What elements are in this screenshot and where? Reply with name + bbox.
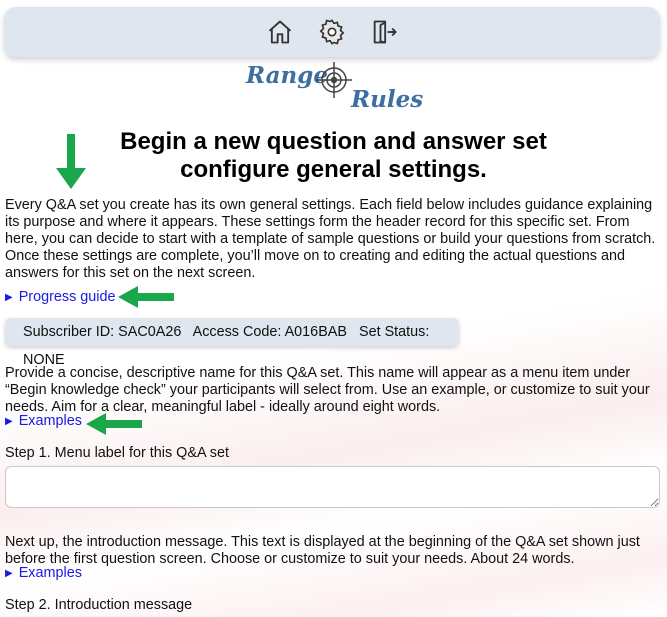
access-code: Access Code: A016BAB: [192, 324, 347, 340]
step2-label: Step 2. Introduction message: [5, 597, 193, 613]
status-bar: Subscriber ID: SAC0A26 Access Code: A016…: [5, 318, 459, 368]
settings-button[interactable]: [315, 15, 349, 49]
intro-paragraph: Every Q&A set you create has its own gen…: [5, 197, 656, 281]
step2-examples-label: Examples: [18, 565, 82, 581]
logo-word-rules: Rules: [351, 86, 424, 113]
disclosure-triangle-icon: ▶: [5, 568, 13, 579]
disclosure-triangle-icon: ▶: [5, 416, 13, 427]
logout-button[interactable]: [367, 15, 401, 49]
progress-guide-toggle[interactable]: ▶ Progress guide: [5, 289, 116, 305]
home-icon: [268, 20, 292, 44]
step1-label: Step 1. Menu label for this Q&A set: [5, 445, 229, 461]
top-nav-bar: [4, 7, 660, 57]
progress-guide-label: Progress guide: [18, 289, 116, 305]
step1-examples-label: Examples: [18, 413, 82, 429]
gear-icon: [319, 19, 345, 45]
step2-description: Next up, the introduction message. This …: [5, 534, 640, 567]
menu-label-input[interactable]: [5, 466, 660, 508]
left-arrow-icon: [86, 413, 142, 435]
step1-description: Provide a concise, descriptive name for …: [5, 365, 650, 415]
subscriber-id: Subscriber ID: SAC0A26: [23, 324, 182, 340]
step2-examples-toggle[interactable]: ▶ Examples: [5, 565, 82, 581]
title-line-2: configure general settings.: [180, 156, 487, 183]
title-line-1: Begin a new question and answer set: [120, 128, 547, 155]
disclosure-triangle-icon: ▶: [5, 292, 13, 303]
crosshair-icon: [316, 62, 352, 98]
exit-icon: [373, 20, 397, 44]
step1-examples-toggle[interactable]: ▶ Examples: [5, 413, 82, 429]
page-title: Begin a new question and answer set conf…: [0, 128, 667, 184]
home-button[interactable]: [263, 15, 297, 49]
left-arrow-icon: [118, 286, 174, 308]
range-rules-logo: Range Rules: [244, 60, 423, 113]
